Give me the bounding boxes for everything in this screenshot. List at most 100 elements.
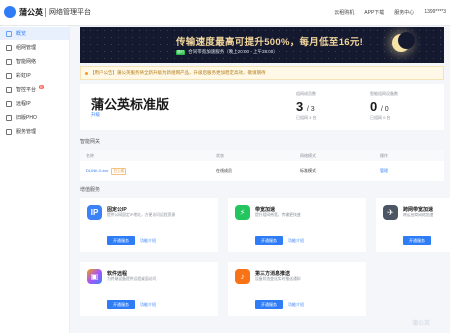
rocket-icon: ✈ (383, 205, 398, 220)
service-card-fixed-ip: IP 固定公IP 提供公网固定IP地址，方便访问远程资源 开通服务 功能介绍 (80, 198, 218, 252)
device-section-title: 智能网关 (80, 139, 101, 145)
service-card-push: ♪ 第三方消息推送 设备状态变化实时推送通知 开通服务 功能介绍 (228, 262, 366, 316)
brand-divider (45, 8, 46, 17)
software-icon: ▣ (87, 269, 102, 284)
banner-title: 传输速度最高可提升500%，每月低至16元! (176, 37, 364, 48)
column-header: 名称 (86, 152, 94, 158)
network-icon (6, 44, 12, 51)
service-desc: 提供公网固定IP地址，方便访问远程资源 (107, 213, 176, 217)
feature-intro-link[interactable]: 功能介绍 (288, 302, 304, 308)
manage-link[interactable]: 管理 (374, 168, 444, 174)
service-title: 第三方消息推送 (255, 271, 291, 277)
sidebar-item-control[interactable]: 智控平台 新 (0, 83, 69, 96)
feature-intro-link[interactable]: 功能介绍 (288, 238, 304, 244)
service-title: 软件远程 (107, 271, 128, 277)
overview-icon (6, 30, 12, 37)
device-stat-foot: 已组网 0 台 (370, 115, 391, 120)
sidebar-item-label: 智控平台 (16, 87, 37, 93)
service-card-cross-network: ✈ 跨网带宽加速 跨运营商网络加速 开通服务 (376, 198, 450, 252)
member-stat-value: 3 / 3 (296, 99, 316, 114)
brand-name[interactable]: 蒲公英 (19, 7, 43, 18)
service-title: 跨网带宽加速 (403, 207, 434, 213)
top-link-service[interactable]: 服务中心 (394, 9, 414, 16)
sidebar-item-legacy[interactable]: 旧版PHO (0, 111, 69, 124)
member-count: 3 (296, 99, 304, 114)
sidebar-item-label: 组网管理 (16, 45, 37, 51)
open-service-button[interactable]: 开通服务 (403, 236, 431, 245)
service-desc: 设备状态变化实时推送通知 (255, 277, 301, 281)
member-stat-label: 组网成员数 (296, 91, 316, 96)
sidebar-item-smart-network[interactable]: 智能网络 (0, 55, 69, 68)
top-bar: 蒲公英 网络管理平台 云租购机 APP下载 服务中心 1399****3 (0, 0, 450, 26)
moon-shadow (398, 32, 415, 49)
column-header: 网络模式 (300, 152, 316, 158)
open-service-button[interactable]: 开通服务 (107, 300, 135, 309)
banner-subtitle: 限时 合同带宽加速服务（晚上20:00 - 上午28:00） (176, 49, 278, 55)
mode-cell: 标准模式 (300, 168, 316, 173)
platform-name: 网络管理平台 (49, 9, 91, 16)
services-section-title: 增值服务 (80, 187, 101, 193)
notice-bar[interactable]: 【用户公告】蒲公英服务将全新升级为新组网产品，升级后服务更加稳定高效，敬请期待 (80, 66, 444, 80)
service-card-software: ▣ 软件远程 为终端设备提供远程桌面访问 开通服务 功能介绍 (80, 262, 218, 316)
new-badge: 新 (39, 85, 45, 89)
status-badge: 已上线 (111, 167, 126, 175)
top-link-account[interactable]: 1399****3 (424, 9, 446, 16)
column-header: 操作 (380, 152, 388, 158)
bolt-icon: ⚡ (235, 205, 250, 220)
watermark: 蒲公英 (412, 321, 431, 327)
bell-icon: ♪ (235, 269, 250, 284)
top-link-rent[interactable]: 云租购机 (334, 9, 354, 16)
device-name-link[interactable]: DLINK-0-bnr (86, 168, 108, 173)
smart-network-icon (6, 58, 12, 65)
open-service-button[interactable]: 开通服务 (107, 236, 135, 245)
device-table: 名称 状态 网络模式 操作 DLINK-0-bnr 已上线 在线成员 标准模式 管… (80, 150, 444, 181)
status-cell: 在线成员 (216, 168, 232, 173)
sidebar-item-label: 概览 (16, 31, 27, 37)
logo-icon[interactable] (4, 6, 16, 18)
open-service-button[interactable]: 开通服务 (255, 236, 283, 245)
sidebar-item-label: 服务管理 (16, 129, 37, 135)
top-link-app[interactable]: APP下载 (364, 9, 384, 16)
sidebar: 概览 组网管理 智能网络 彩虹IP 智控平台 新 远程IP 旧版PHO 服务管理 (0, 26, 70, 333)
service-desc: 提升组网带宽，传输更快速 (255, 213, 301, 217)
service-title: 带宽加速 (255, 207, 276, 213)
sidebar-item-label: 远程IP (16, 101, 31, 107)
plan-card: 蒲公英标准版 升级 组网成员数 3 / 3 已组网 3 台 智能组网设备数 0 … (80, 84, 444, 130)
table-header: 名称 状态 网络模式 操作 (80, 150, 444, 161)
ip-icon (6, 72, 12, 79)
service-icon (6, 128, 12, 135)
open-service-button[interactable]: 开通服务 (255, 300, 283, 309)
promo-banner[interactable]: 传输速度最高可提升500%，每月低至16元! 限时 合同带宽加速服务（晚上20:… (80, 27, 444, 63)
service-desc: 跨运营商网络加速 (403, 213, 434, 217)
sidebar-item-label: 智能网络 (16, 59, 37, 65)
upgrade-link[interactable]: 升级 (91, 112, 100, 118)
feature-intro-link[interactable]: 功能介绍 (140, 302, 156, 308)
ip-icon: IP (87, 205, 102, 220)
device-stat-label: 智能组网设备数 (370, 91, 398, 96)
remote-ip-icon (6, 100, 12, 107)
notice-text: 【用户公告】蒲公英服务将全新升级为新组网产品，升级后服务更加稳定高效，敬请期待 (90, 70, 266, 75)
sidebar-item-remote-ip[interactable]: 远程IP (0, 97, 69, 110)
device-stat-value: 0 / 0 (370, 99, 398, 114)
sidebar-item-service[interactable]: 服务管理 (0, 125, 69, 138)
sidebar-item-overview[interactable]: 概览 (0, 27, 69, 40)
legacy-icon (6, 114, 12, 121)
device-stat: 智能组网设备数 0 / 0 已组网 0 台 (370, 91, 398, 121)
member-stat: 组网成员数 3 / 3 已组网 3 台 (296, 91, 316, 121)
sidebar-item-network[interactable]: 组网管理 (0, 41, 69, 54)
service-title: 固定公IP (107, 207, 127, 213)
sidebar-item-ip[interactable]: 彩虹IP (0, 69, 69, 82)
device-total: / 0 (380, 106, 389, 113)
control-icon (6, 86, 12, 93)
member-stat-foot: 已组网 3 台 (296, 115, 317, 120)
banner-subtitle-text: 合同带宽加速服务（晚上20:00 - 上午28:00） (188, 49, 278, 54)
feature-intro-link[interactable]: 功能介绍 (140, 238, 156, 244)
device-cell: DLINK-0-bnr 已上线 (80, 167, 210, 175)
banner-badge: 限时 (176, 50, 185, 55)
top-nav: 云租购机 APP下载 服务中心 1399****3 (334, 9, 446, 16)
sidebar-item-label: 彩虹IP (16, 73, 31, 79)
device-count: 0 (370, 99, 378, 114)
sidebar-item-label: 旧版PHO (16, 115, 37, 121)
column-header: 状态 (216, 152, 224, 158)
member-total: / 3 (306, 106, 315, 113)
